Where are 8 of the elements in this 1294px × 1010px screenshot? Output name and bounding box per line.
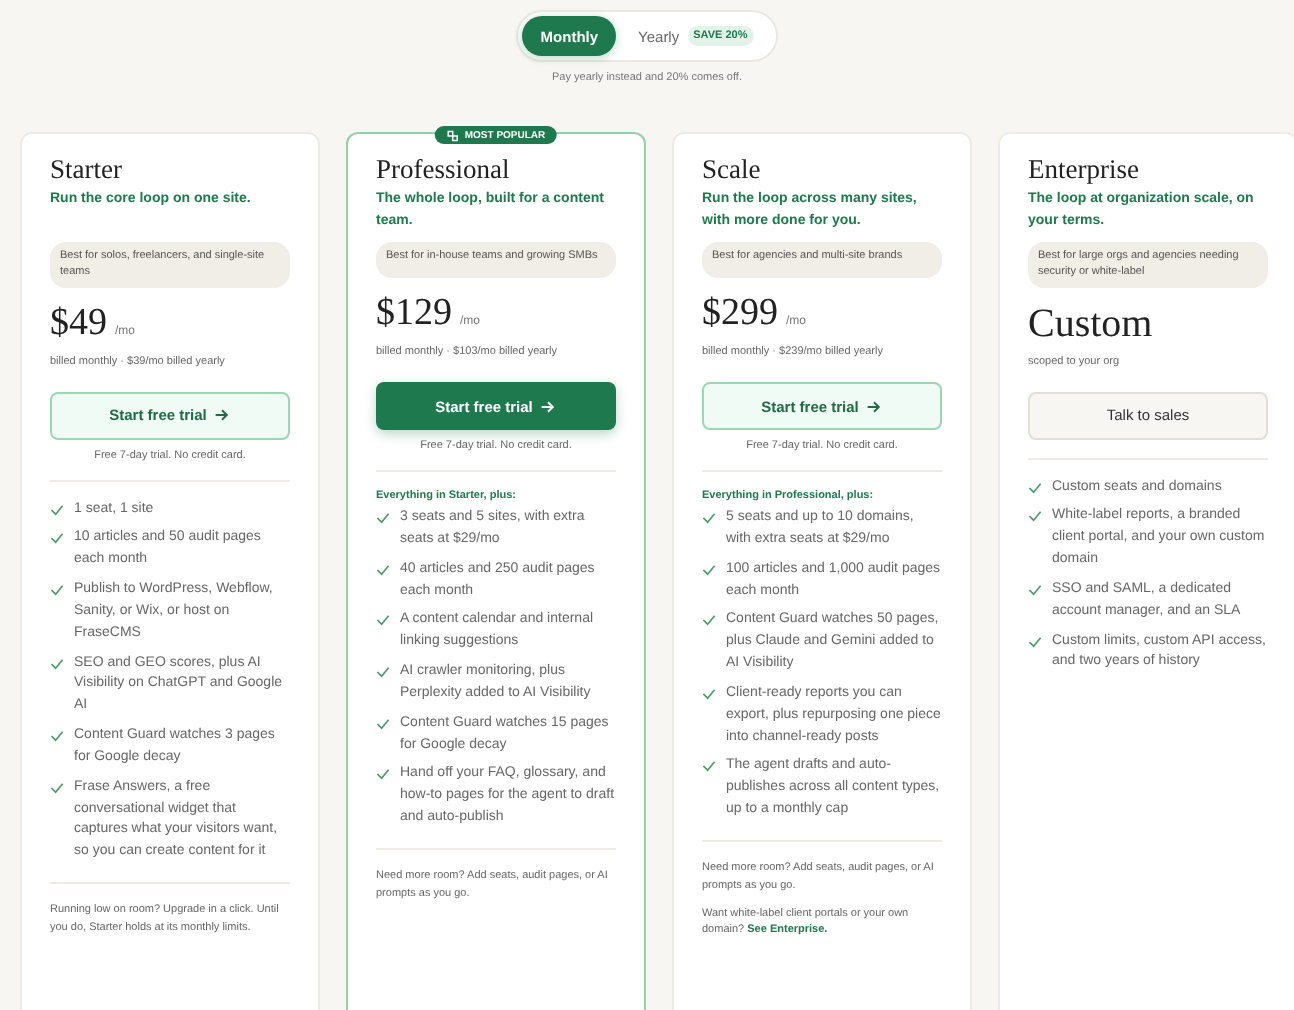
- plan-name: Scale: [702, 154, 763, 186]
- plan-name: Enterprise: [1028, 154, 1141, 186]
- plan-price: $299: [702, 292, 778, 336]
- plan-price: $129: [376, 292, 452, 336]
- plan-price: Custom: [1028, 301, 1153, 347]
- plan-name: Professional: [376, 154, 512, 186]
- plan-price: $49: [50, 301, 107, 345]
- plan-name: Starter: [50, 154, 124, 186]
